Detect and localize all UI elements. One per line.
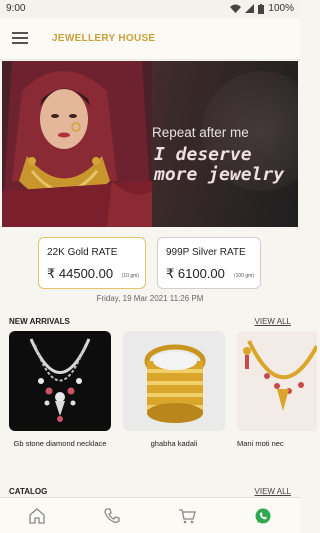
silver-rate-unit: (100 gm) xyxy=(233,273,254,279)
new-arrivals-title: NEW ARRIVALS xyxy=(9,317,70,326)
product-card[interactable]: Mani moti nec xyxy=(237,331,317,448)
app-title: JEWELLERY HOUSE xyxy=(52,33,156,44)
banner-tagline: Repeat after me xyxy=(152,125,249,140)
promo-banner[interactable]: Repeat after me I deserve more jewelry xyxy=(2,61,298,227)
status-icons: 100% xyxy=(230,3,294,14)
product-image xyxy=(9,331,111,431)
product-name: Mani moti nec xyxy=(237,439,284,448)
bottom-navigation xyxy=(0,497,300,533)
product-image xyxy=(237,331,317,431)
signal-icon xyxy=(245,4,255,13)
product-name: ghabha kadali xyxy=(150,439,198,448)
gold-rate-value: ₹ 44500.00 xyxy=(47,266,114,281)
rate-updated-date: Friday, 19 Mar 2021 11:26 PM xyxy=(96,294,204,303)
hamburger-menu-icon[interactable] xyxy=(12,32,28,44)
status-time: 9:00 xyxy=(6,3,26,14)
silver-rate-label: 999P Silver RATE xyxy=(166,247,246,258)
home-icon[interactable] xyxy=(27,506,47,526)
bride-image xyxy=(2,61,152,227)
whatsapp-icon[interactable] xyxy=(253,506,273,526)
product-card[interactable]: Gb stone diamond necklace xyxy=(9,331,111,448)
gold-rate-card[interactable]: 22K Gold RATE ₹ 44500.00 (10 gm) xyxy=(38,237,146,289)
product-image xyxy=(123,331,225,431)
phone-icon[interactable] xyxy=(102,506,122,526)
gold-rate-unit: (10 gm) xyxy=(121,273,139,279)
banner-headline-2: more jewelry xyxy=(154,164,285,185)
battery-percent: 100% xyxy=(268,3,294,14)
cart-icon[interactable] xyxy=(177,506,197,526)
gold-rate-label: 22K Gold RATE xyxy=(47,247,118,258)
product-card[interactable]: ghabha kadali xyxy=(123,331,225,448)
banner-headline-1: I deserve xyxy=(154,144,252,165)
status-bar: 9:00 100% xyxy=(0,0,300,18)
new-arrivals-view-all-link[interactable]: VIEW ALL xyxy=(255,317,291,326)
wifi-icon xyxy=(230,4,242,13)
app-header: JEWELLERY HOUSE xyxy=(0,18,300,60)
silver-rate-value: ₹ 6100.00 xyxy=(166,266,225,281)
battery-icon xyxy=(258,3,265,14)
catalog-title: CATALOG xyxy=(9,487,48,496)
product-name: Gb stone diamond necklace xyxy=(13,439,107,448)
silver-rate-card[interactable]: 999P Silver RATE ₹ 6100.00 (100 gm) xyxy=(157,237,261,289)
catalog-view-all-link[interactable]: VIEW ALL xyxy=(255,487,291,496)
